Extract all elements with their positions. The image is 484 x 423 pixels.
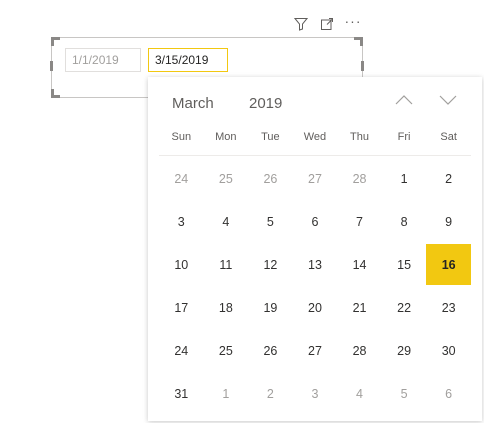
calendar-day[interactable]: 26	[248, 329, 293, 372]
calendar-day[interactable]: 19	[248, 286, 293, 329]
calendar-day-outside-month[interactable]: 28	[337, 157, 382, 200]
calendar-day-outside-month[interactable]: 4	[337, 372, 382, 415]
filter-icon[interactable]	[293, 16, 309, 32]
calendar-day[interactable]: 21	[337, 286, 382, 329]
weekday-label: Mon	[215, 131, 237, 143]
calendar-year[interactable]: 2019	[249, 95, 282, 112]
calendar-day[interactable]: 17	[159, 286, 204, 329]
resize-handle-top-right[interactable]	[354, 37, 363, 46]
weekday-label: Sat	[440, 131, 457, 143]
calendar-day-outside-month[interactable]: 25	[204, 157, 249, 200]
calendar-day[interactable]: 23	[426, 286, 471, 329]
calendar-day-outside-month[interactable]: 2	[248, 372, 293, 415]
calendar-header: March 2019	[148, 77, 482, 127]
weekday-label: Thu	[350, 131, 370, 143]
start-date-input[interactable]	[65, 48, 141, 72]
weekday-label: Sun	[171, 131, 192, 143]
calendar-day[interactable]: 31	[159, 372, 204, 415]
calendar-day[interactable]: 3	[159, 200, 204, 243]
next-month-chevron-down-icon[interactable]	[438, 91, 458, 109]
calendar-day-selected[interactable]: 16	[426, 244, 471, 285]
calendar-day-outside-month[interactable]: 1	[204, 372, 249, 415]
calendar-day-outside-month[interactable]: 27	[293, 157, 338, 200]
focus-mode-icon[interactable]	[319, 16, 335, 32]
calendar-day-outside-month[interactable]: 5	[382, 372, 427, 415]
calendar-day[interactable]: 25	[204, 329, 249, 372]
resize-handle-top-left[interactable]	[51, 37, 60, 46]
calendar-day[interactable]: 10	[159, 243, 204, 286]
calendar-day[interactable]: 20	[293, 286, 338, 329]
calendar-day-outside-month[interactable]: 3	[293, 372, 338, 415]
calendar-day[interactable]: 22	[382, 286, 427, 329]
weekday-header-row: Sun Mon Tue Wed Thu Fri Sat	[159, 130, 471, 150]
calendar-day[interactable]: 2	[426, 157, 471, 200]
calendar-day[interactable]: 5	[248, 200, 293, 243]
calendar-day[interactable]: 30	[426, 329, 471, 372]
resize-handle-left[interactable]	[50, 61, 53, 71]
calendar-day[interactable]: 13	[293, 243, 338, 286]
date-picker-popup: March 2019 Sun Mon Tue Wed Thu Fri Sat 24 25 26 2…	[148, 77, 482, 421]
calendar-day[interactable]: 7	[337, 200, 382, 243]
weekday-divider	[159, 155, 471, 156]
calendar-day[interactable]: 12	[248, 243, 293, 286]
calendar-day[interactable]: 18	[204, 286, 249, 329]
resize-handle-bottom-left[interactable]	[51, 89, 60, 98]
calendar-day-outside-month[interactable]: 26	[248, 157, 293, 200]
calendar-day[interactable]: 28	[337, 329, 382, 372]
calendar-day[interactable]: 8	[382, 200, 427, 243]
weekday-label: Fri	[397, 131, 411, 143]
calendar-day[interactable]: 6	[293, 200, 338, 243]
calendar-day[interactable]: 9	[426, 200, 471, 243]
previous-month-chevron-up-icon[interactable]	[394, 91, 414, 109]
more-options-icon[interactable]: ···	[345, 13, 361, 29]
calendar-day[interactable]: 15	[382, 243, 427, 286]
calendar-day[interactable]: 24	[159, 329, 204, 372]
calendar-day[interactable]: 1	[382, 157, 427, 200]
calendar-day[interactable]: 27	[293, 329, 338, 372]
calendar-day[interactable]: 4	[204, 200, 249, 243]
calendar-day-outside-month[interactable]: 24	[159, 157, 204, 200]
calendar-day[interactable]: 29	[382, 329, 427, 372]
calendar-month[interactable]: March	[172, 95, 214, 112]
weekday-label: Wed	[303, 131, 327, 143]
calendar-day-grid: 24 25 26 27 28 1 2 3 4 5 6 7 8 9 10 11 12 13 14 15 16 17 18 19 2…	[159, 157, 471, 415]
visual-border-top	[60, 37, 354, 38]
weekday-label: Tue	[261, 131, 280, 143]
calendar-day[interactable]: 11	[204, 243, 249, 286]
resize-handle-right[interactable]	[361, 61, 364, 71]
visual-header-toolbar: ···	[293, 13, 361, 32]
calendar-day-outside-month[interactable]: 6	[426, 372, 471, 415]
calendar-day[interactable]: 14	[337, 243, 382, 286]
end-date-input[interactable]	[148, 48, 228, 72]
